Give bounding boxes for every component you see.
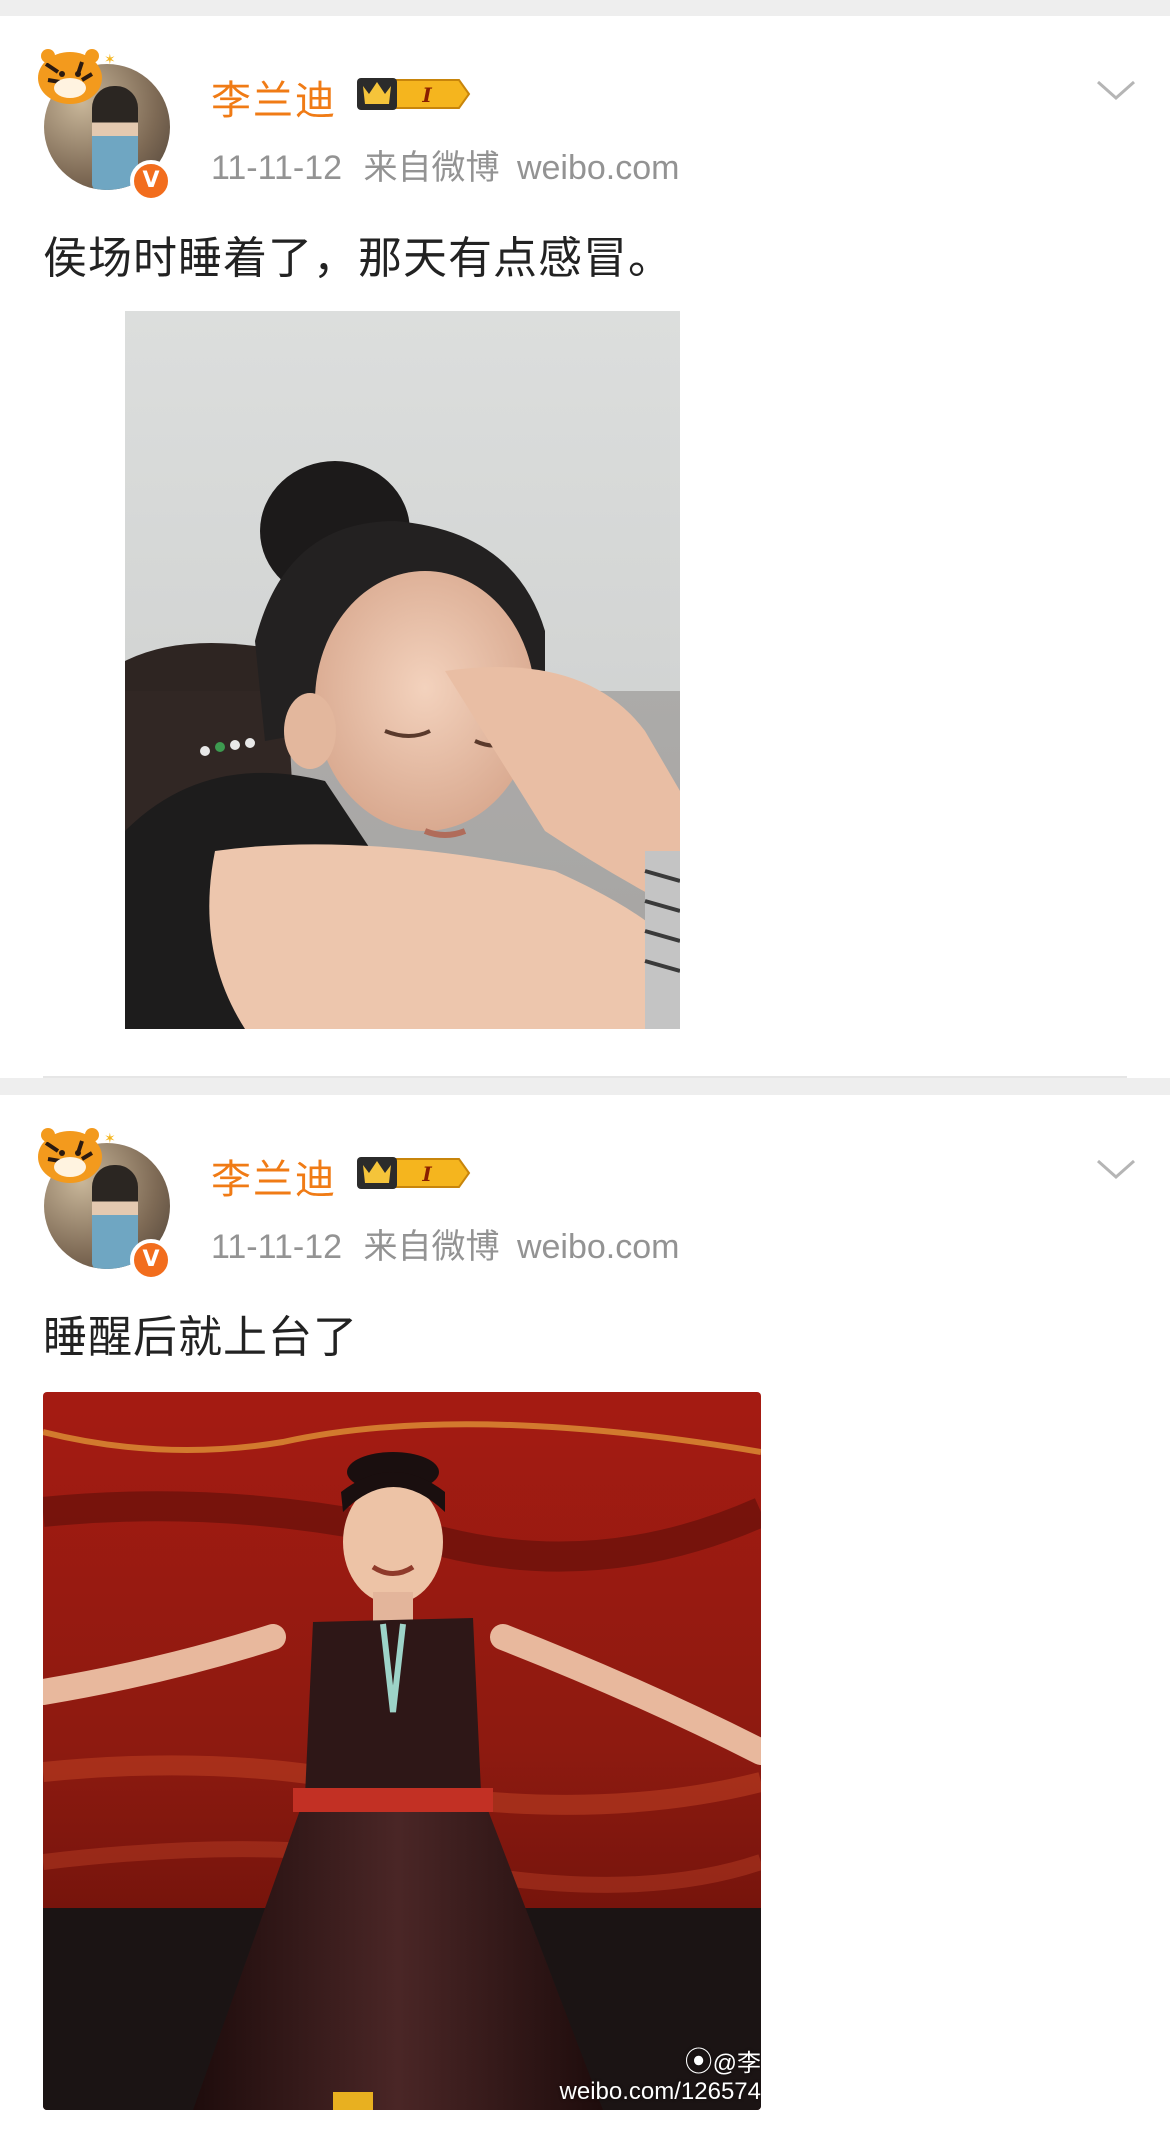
weibo-feed: ✶ V 李兰迪 I 11-11-12 来自微博 weibo.com 侯场时睡着了…	[0, 0, 1170, 2142]
tiger-avatar-frame-icon: ✶	[38, 1128, 116, 1183]
post-text: 侯场时睡着了，那天有点感冒。	[43, 233, 673, 284]
svg-text:✶: ✶	[104, 1131, 116, 1147]
tiger-avatar-frame-icon: ✶	[38, 49, 116, 104]
post-photo[interactable]: ⦿@李 weibo.com/126574	[43, 1392, 761, 2110]
vip-level: I	[421, 1162, 432, 1186]
post-meta: 11-11-12 来自微博 weibo.com	[211, 1219, 691, 1268]
post-date: 11-11-12	[211, 1228, 343, 1266]
post-meta: 11-11-12 来自微博 weibo.com	[211, 140, 691, 189]
svg-text:✶: ✶	[104, 52, 116, 68]
watermark-handle: @李	[712, 2050, 761, 2077]
avatar[interactable]: ✶ V	[34, 44, 174, 202]
watermark-url: weibo.com/126574	[559, 2078, 761, 2105]
vip-crown-icon: I	[357, 78, 471, 110]
verified-icon: V	[130, 160, 172, 202]
post-source[interactable]: weibo.com	[517, 149, 680, 187]
post-photo[interactable]	[125, 311, 680, 1029]
verified-icon: V	[130, 1239, 172, 1281]
vip-crown-icon: I	[357, 1157, 471, 1189]
username[interactable]: 李兰迪	[211, 1147, 337, 1205]
watermark: ⦿@李 weibo.com/126574	[560, 2048, 761, 2106]
avatar[interactable]: ✶ V	[34, 1123, 174, 1281]
post-source[interactable]: weibo.com	[517, 1228, 680, 1266]
post-date: 11-11-12	[211, 149, 343, 187]
divider	[43, 1076, 1127, 1078]
chevron-down-icon[interactable]	[1094, 1155, 1138, 1183]
post-source-prefix: 来自微博	[363, 1227, 500, 1267]
girl-dancing-on-stage-photo	[43, 1392, 761, 2110]
post-text: 睡醒后就上台了	[43, 1312, 358, 1363]
girl-sleeping-photo	[125, 311, 680, 1029]
post-card: ✶ V 李兰迪 I 11-11-12 来自微博 weibo.com 侯场时睡着了…	[0, 16, 1170, 1078]
vip-level: I	[421, 83, 432, 107]
post-source-prefix: 来自微博	[363, 148, 500, 188]
chevron-down-icon[interactable]	[1094, 76, 1138, 104]
weibo-logo-icon: ⦿	[684, 2046, 713, 2077]
username[interactable]: 李兰迪	[211, 68, 337, 126]
post-card: ✶ V 李兰迪 I 11-11-12 来自微博 weibo.com 睡醒后就上台…	[0, 1095, 1170, 2142]
